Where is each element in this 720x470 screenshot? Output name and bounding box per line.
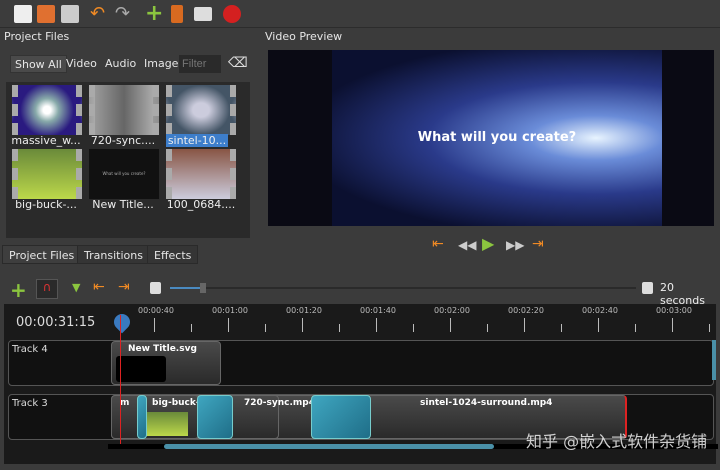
ruler-tick xyxy=(635,324,636,332)
filter-video[interactable]: Video xyxy=(62,55,101,73)
track-4: Track 4 New Title.svg xyxy=(8,340,714,386)
rewind-icon[interactable]: ◀◀ xyxy=(458,238,476,252)
file-thumb-720-sync[interactable] xyxy=(89,85,159,135)
ruler-tick xyxy=(598,318,599,332)
file-label: New Title... xyxy=(92,198,154,211)
filter-input[interactable] xyxy=(179,55,221,73)
scrollbar-thumb[interactable] xyxy=(164,444,494,449)
tab-project-files[interactable]: Project Files xyxy=(2,245,82,264)
ruler-tick xyxy=(709,324,710,332)
snapping-magnet-icon[interactable]: ∩ xyxy=(36,279,58,299)
clip-new-title[interactable]: New Title.svg xyxy=(111,341,221,385)
zoom-out-icon[interactable] xyxy=(642,282,653,294)
video-preview[interactable]: What will you create? xyxy=(268,50,714,226)
video-preview-title: Video Preview xyxy=(265,30,343,43)
ruler-tick xyxy=(487,324,488,332)
transition[interactable] xyxy=(311,395,371,439)
vertical-scrollbar[interactable] xyxy=(712,340,716,380)
file-thumb-sintel[interactable] xyxy=(166,85,236,135)
file-label: 100_0684.... xyxy=(166,198,236,211)
track-name: Track 3 xyxy=(12,398,48,409)
clip-name: New Title.svg xyxy=(128,344,197,354)
files-grid: massive_w... 720-sync.... sintel-10... W… xyxy=(6,82,250,238)
main-toolbar: ↶ ↷ + xyxy=(0,0,720,28)
clip-big-buck[interactable]: m big-buck- xyxy=(111,395,200,439)
ruler-tick xyxy=(228,318,229,332)
ruler-tick xyxy=(450,318,451,332)
jump-end-icon[interactable]: ⇥ xyxy=(532,236,544,252)
clip-name: big-buck- xyxy=(152,398,200,408)
fullscreen-icon[interactable] xyxy=(194,7,212,21)
next-marker-icon[interactable]: ⇥ xyxy=(118,279,130,295)
ruler-tick xyxy=(191,324,192,332)
filter-show-all[interactable]: Show All xyxy=(10,55,67,73)
save-project-icon[interactable] xyxy=(61,5,79,23)
ruler-label: 00:00:40 xyxy=(138,306,174,315)
import-files-icon[interactable]: + xyxy=(145,3,163,25)
file-thumb-new-title[interactable]: What will you create? xyxy=(89,149,159,199)
zoom-slider[interactable] xyxy=(170,283,636,293)
ruler-tick xyxy=(672,318,673,332)
ruler-tick xyxy=(339,324,340,332)
file-label: massive_w... xyxy=(11,134,81,147)
fast-forward-icon[interactable]: ▶▶ xyxy=(506,238,524,252)
ruler-tick xyxy=(561,324,562,332)
ruler-label: 00:02:00 xyxy=(434,306,470,315)
play-icon[interactable]: ▶ xyxy=(482,234,494,253)
ruler-tick xyxy=(524,318,525,332)
previous-marker-icon[interactable]: ⇤ xyxy=(93,279,105,295)
redo-icon[interactable]: ↷ xyxy=(115,5,133,23)
clip-name: m xyxy=(120,398,130,408)
jump-start-icon[interactable]: ⇤ xyxy=(432,236,444,252)
filter-audio[interactable]: Audio xyxy=(101,55,140,73)
new-project-icon[interactable] xyxy=(14,5,32,23)
file-label-selected: sintel-10... xyxy=(166,134,228,147)
ruler-tick xyxy=(376,318,377,332)
ruler-label: 00:02:40 xyxy=(582,306,618,315)
choose-profile-icon[interactable] xyxy=(171,5,183,23)
tab-effects[interactable]: Effects xyxy=(147,245,199,264)
clip-name: 720-sync.mp4 xyxy=(244,398,315,408)
current-time: 00:00:31:15 xyxy=(16,315,96,330)
playhead-line xyxy=(120,315,121,445)
transition[interactable] xyxy=(137,395,147,439)
transition[interactable] xyxy=(197,395,233,439)
export-video-icon[interactable] xyxy=(223,5,241,23)
file-thumb-100-0684[interactable] xyxy=(166,149,236,199)
file-thumb-big-buck[interactable] xyxy=(12,149,82,199)
ruler-label: 00:02:20 xyxy=(508,306,544,315)
add-marker-icon[interactable]: ▼ xyxy=(72,281,80,294)
open-project-icon[interactable] xyxy=(37,5,55,23)
ruler-tick xyxy=(413,324,414,332)
project-files-title: Project Files xyxy=(4,30,70,43)
zoom-in-icon[interactable] xyxy=(150,282,161,294)
preview-overlay-text: What will you create? xyxy=(417,130,577,145)
ruler-tick xyxy=(265,324,266,332)
filter-image[interactable]: Image xyxy=(140,55,182,73)
file-label: big-buck-... xyxy=(15,198,77,211)
track-name: Track 4 xyxy=(12,344,48,355)
ruler-tick xyxy=(302,318,303,332)
undo-icon[interactable]: ↶ xyxy=(90,5,108,23)
ruler-label: 00:01:40 xyxy=(360,306,396,315)
file-label: 720-sync.... xyxy=(90,134,156,147)
ruler-label: 00:01:00 xyxy=(212,306,248,315)
file-thumb-massive[interactable] xyxy=(12,85,82,135)
ruler-label: 00:01:20 xyxy=(286,306,322,315)
watermark: 知乎 @嵌入式软件杂货铺 xyxy=(526,432,708,451)
clip-name: sintel-1024-surround.mp4 xyxy=(420,398,553,408)
tab-transitions[interactable]: Transitions xyxy=(77,245,150,264)
ruler-tick xyxy=(154,318,155,332)
ruler-label: 00:03:00 xyxy=(656,306,692,315)
clear-filter-broom-icon[interactable]: ⌫ xyxy=(228,55,248,71)
preview-frame: What will you create? xyxy=(332,50,662,226)
add-track-icon[interactable]: + xyxy=(10,278,27,302)
